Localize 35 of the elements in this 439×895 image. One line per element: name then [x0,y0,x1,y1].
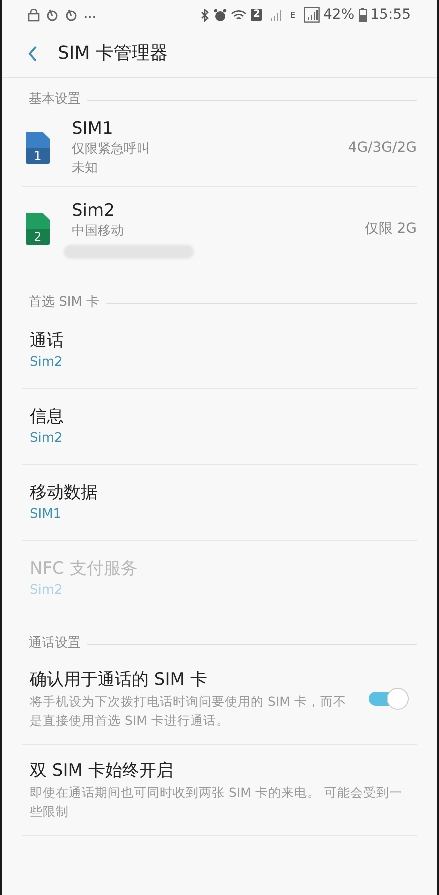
clock-time: 15:55 [370,6,411,24]
sim-status: 仅限紧急呼叫 [72,141,151,159]
bluetooth-icon [200,8,210,22]
network-type: E [290,10,296,22]
sim-carrier: 未知 [72,160,99,178]
wifi-icon [231,8,248,22]
sim-card-icon: 1 [26,132,50,164]
preference-item[interactable]: 通话 Sim2 [2,313,437,388]
battery-icon [358,8,367,22]
sim-status: 中国移动 [72,222,125,240]
alarm-icon [214,8,228,22]
preference-item[interactable]: 移动数据 SIM1 [2,465,437,540]
more-notifications: ... [84,6,96,24]
setting-item[interactable]: 确认用于通话的 SIM 卡 将手机设为下次拨打电话时询问要使用的 SIM 卡，而不是直接使用首选 SIM 卡进行通话。 [2,654,437,744]
signal-icon [270,9,282,21]
sim-card-icon: 2 [26,213,50,245]
preference-item[interactable]: 信息 Sim2 [2,389,437,464]
section-header: 通话设置 [29,635,81,654]
swirl-icon [65,8,78,22]
sim-badge: 2 [251,9,262,21]
sim-name: SIM1 [72,118,114,140]
sim-name: Sim2 [72,200,116,222]
battery-percentage: 42% [324,6,355,24]
page-title: SIM 卡管理器 [58,42,168,66]
section-header: 首选 SIM 卡 [29,294,100,312]
signal-icon [304,7,320,23]
sim-card-row[interactable]: 1 SIM1 仅限紧急呼叫 未知 4G/3G/2G [2,110,437,186]
network-mode: 仅限 2G [364,220,417,238]
lock-icon [28,8,40,22]
network-mode: 4G/3G/2G [348,138,417,158]
section-header: 基本设置 [29,91,81,110]
toggle-switch[interactable] [369,688,409,710]
swirl-icon [46,8,59,22]
sim-card-row[interactable]: 2 Sim2 中国移动 仅限 2G [2,187,437,271]
setting-item[interactable]: 双 SIM 卡始终开启 即使在通话期间也可同时收到两张 SIM 卡的来电。 可能会受到一些限制 [2,745,437,835]
